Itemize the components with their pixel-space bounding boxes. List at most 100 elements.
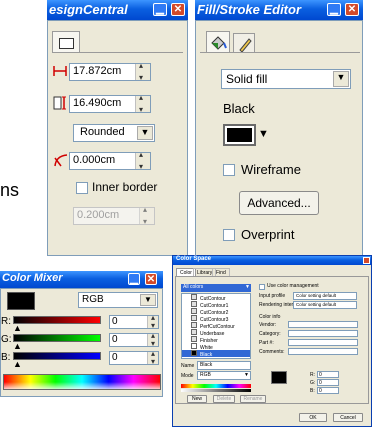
close-icon[interactable] <box>363 257 370 264</box>
use-color-management-label: Use color management <box>267 283 319 289</box>
corner-style-dropdown[interactable]: Rounded ▼ <box>73 124 155 142</box>
height-field[interactable]: 16.490cm <box>69 93 151 114</box>
input-profile-dropdown[interactable]: Color setting default <box>293 292 357 300</box>
new-button[interactable]: New <box>187 395 207 403</box>
rgb-label: R: <box>310 372 315 378</box>
rgb-field[interactable]: 0 <box>317 387 339 394</box>
rgb-label: B: <box>310 388 315 394</box>
color-list-item[interactable]: CutContour2 <box>182 308 250 316</box>
color-chip-icon <box>191 329 197 335</box>
green-field[interactable]: 0 <box>109 331 159 348</box>
overprint-checkbox[interactable] <box>223 229 235 241</box>
rendering-intent-value: Color setting default <box>296 302 337 307</box>
inner-border-label: Inner border <box>92 180 158 194</box>
green-slider[interactable] <box>13 334 101 342</box>
tab-page-divider <box>200 52 360 53</box>
border-width-spinner[interactable] <box>139 205 154 226</box>
dialog-spectrum-bar[interactable] <box>181 384 251 388</box>
design-central-title: esignCentral <box>49 2 128 17</box>
stroke-tab[interactable] <box>233 33 255 53</box>
color-list-item[interactable]: CutContour <box>182 294 250 302</box>
color-list[interactable]: CutContour CutContour1 CutContour2 CutConto… <box>181 293 251 359</box>
width-field[interactable]: 17.872cm <box>69 61 151 82</box>
minimize-icon[interactable]: ▁ <box>327 3 341 16</box>
chevron-down-icon: ▼ <box>245 284 250 290</box>
corner-radius-spinner[interactable] <box>135 150 150 171</box>
color-list-item[interactable]: CutContour3 <box>182 315 250 323</box>
fill-type-dropdown[interactable]: Solid fill ▼ <box>221 69 351 89</box>
info-field-input[interactable] <box>288 339 358 346</box>
color-list-item[interactable]: Underbase <box>182 329 250 337</box>
rgb-field[interactable]: 0 <box>317 371 339 378</box>
close-icon[interactable]: ✕ <box>145 273 157 285</box>
info-field-input[interactable] <box>288 330 358 337</box>
color-chip-icon <box>191 322 197 328</box>
blue-slider[interactable] <box>13 352 101 360</box>
info-field-input[interactable] <box>288 321 358 328</box>
wireframe-checkbox[interactable] <box>223 164 235 176</box>
corner-radius-field[interactable]: 0.000cm <box>69 150 151 171</box>
mode-value: RGB <box>200 372 211 378</box>
ok-button[interactable]: OK <box>299 413 327 422</box>
color-list-item[interactable]: Finisher <box>182 336 250 344</box>
color-mixer-titlebar: Color Mixer ▁ ✕ <box>0 271 163 288</box>
minimize-icon[interactable]: ▁ <box>153 3 167 16</box>
slider-thumb-icon[interactable]: ▲ <box>13 341 22 351</box>
chevron-down-icon[interactable]: ▼ <box>258 128 269 140</box>
advanced-button[interactable]: Advanced... <box>239 191 319 215</box>
inner-border-checkbox[interactable] <box>76 182 88 194</box>
color-list-item[interactable]: CutContour1 <box>182 301 250 309</box>
delete-button[interactable]: Delete <box>213 395 235 403</box>
height-spinner[interactable] <box>135 93 150 114</box>
red-field[interactable]: 0 <box>109 313 159 330</box>
info-field-label: Vendor: <box>259 322 277 328</box>
name-field[interactable]: Black <box>197 361 251 370</box>
blue-field[interactable]: 0 <box>109 349 159 366</box>
rename-button[interactable]: Rename <box>240 395 266 403</box>
use-color-management-checkbox[interactable] <box>259 284 265 290</box>
fill-stroke-panel: Fill/Stroke Editor ▁ ✕ Solid fill ▼ Black… <box>195 0 363 256</box>
paint-bucket-icon <box>211 36 227 50</box>
color-list-item[interactable]: White <box>182 343 250 351</box>
red-spinner[interactable] <box>147 313 158 330</box>
color-model-dropdown[interactable]: RGB ▼ <box>78 292 158 308</box>
color-filter-dropdown[interactable]: All colors ▼ <box>181 284 251 292</box>
slider-thumb-icon[interactable]: ▲ <box>13 323 22 333</box>
close-icon[interactable]: ✕ <box>345 3 359 16</box>
rgb-value: 0 <box>319 372 322 378</box>
green-spinner[interactable] <box>147 331 158 348</box>
rgb-label: G: <box>310 380 316 386</box>
input-profile-label: Input profile <box>259 293 286 299</box>
border-width-field[interactable]: 0.200cm <box>73 205 155 226</box>
rendering-intent-label: Rendering intent <box>259 302 296 308</box>
fill-color-name: Black <box>223 101 255 116</box>
info-field-input[interactable] <box>288 348 358 355</box>
width-icon <box>53 64 67 78</box>
dialog-gray-bar[interactable] <box>181 389 251 392</box>
color-chip-icon <box>191 343 197 349</box>
rgb-field[interactable]: 0 <box>317 379 339 386</box>
color-list-item[interactable]: PerfCutContour <box>182 322 250 330</box>
color-list-item[interactable]: Black <box>182 350 250 358</box>
color-space-title: Color Space <box>176 256 212 262</box>
blue-spinner[interactable] <box>147 349 158 366</box>
red-label: R: <box>1 316 11 327</box>
mode-dropdown[interactable]: RGB ▼ <box>197 371 251 380</box>
width-spinner[interactable] <box>135 61 150 82</box>
design-central-body: 17.872cm 16.490cm Rounded ▼ 0.000cm Inner… <box>47 20 188 256</box>
cancel-button[interactable]: Cancel <box>333 413 363 422</box>
fill-tab[interactable] <box>206 31 230 53</box>
color-swatch <box>227 128 252 142</box>
rendering-intent-dropdown[interactable]: Color setting default <box>293 301 357 309</box>
blue-value: 0 <box>112 352 118 363</box>
slider-thumb-icon[interactable]: ▲ <box>13 359 22 369</box>
spectrum-bar[interactable] <box>3 374 161 390</box>
overprint-label: Overprint <box>241 227 295 242</box>
rectangle-icon <box>59 38 74 49</box>
chevron-down-icon: ▼ <box>140 294 156 306</box>
color-swatch-button[interactable] <box>223 124 256 146</box>
design-central-tab[interactable] <box>52 31 80 53</box>
red-slider[interactable] <box>13 316 101 324</box>
minimize-icon[interactable]: ▁ <box>128 273 140 285</box>
close-icon[interactable]: ✕ <box>171 3 185 16</box>
